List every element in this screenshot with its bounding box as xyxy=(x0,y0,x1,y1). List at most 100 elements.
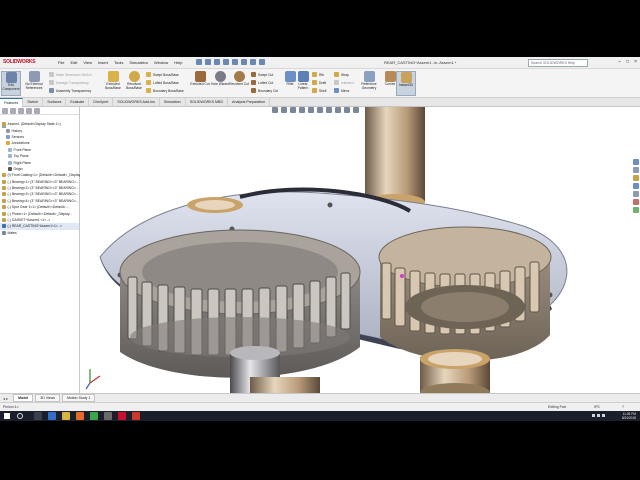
gearbox-model[interactable] xyxy=(80,107,640,393)
task-view-icon[interactable] xyxy=(34,412,42,420)
assembly-transparency-button[interactable]: Assembly Transparency xyxy=(49,88,91,93)
solidworks-taskbar-icon[interactable] xyxy=(118,412,126,420)
unit-system[interactable]: IPS xyxy=(594,405,600,409)
property-manager-icon[interactable] xyxy=(10,108,16,114)
start-button[interactable] xyxy=(4,413,10,419)
lower-bearing[interactable] xyxy=(420,349,490,393)
edge-icon[interactable] xyxy=(48,412,56,420)
menu-view[interactable]: View xyxy=(83,60,92,65)
display-style-icon[interactable] xyxy=(317,107,323,113)
minimize-button[interactable]: – xyxy=(618,59,621,65)
maximize-button[interactable]: □ xyxy=(626,59,629,65)
view-settings-icon[interactable] xyxy=(353,107,359,113)
lofted-cut-button[interactable]: Lofted Cut xyxy=(251,80,273,85)
undo-icon[interactable] xyxy=(232,59,238,65)
no-external-references-button[interactable]: No External References xyxy=(24,71,44,96)
wrap-button[interactable]: Wrap xyxy=(334,72,349,77)
edit-appearance-icon[interactable] xyxy=(335,107,341,113)
extruded-cut-button[interactable]: Extruded Cut xyxy=(190,71,210,96)
extruded-boss-button[interactable]: Extruded Boss/Base xyxy=(103,71,123,96)
make-dimension-sketch-button[interactable]: Make Dimension Sketch xyxy=(49,72,92,77)
chrome-icon[interactable] xyxy=(90,412,98,420)
rib-button[interactable]: Rib xyxy=(312,72,324,77)
search-icon[interactable] xyxy=(17,413,23,419)
manage-transparency-button[interactable]: Manage Transparency xyxy=(49,80,89,85)
tab-surfaces[interactable]: Surfaces xyxy=(43,98,67,107)
home-icon[interactable] xyxy=(632,159,639,165)
left-bearing[interactable] xyxy=(187,197,243,213)
tab-model[interactable]: Model xyxy=(13,394,34,402)
apply-scene-icon[interactable] xyxy=(344,107,350,113)
tab-addins[interactable]: SOLIDWORKS Add-Ins xyxy=(113,98,160,107)
hole-wizard-button[interactable]: Hole Wizard xyxy=(210,71,230,96)
shell-button[interactable]: Shell xyxy=(312,88,326,93)
tab-3d-views[interactable]: 3D Views xyxy=(35,394,60,402)
tab-analysis-preparation[interactable]: Analysis Preparation xyxy=(228,98,271,107)
options-icon[interactable] xyxy=(259,59,265,65)
boundary-boss-button[interactable]: Boundary Boss/Base xyxy=(146,88,184,93)
tab-mbd[interactable]: SOLIDWORKS MBD xyxy=(186,98,229,107)
swept-boss-button[interactable]: Swept Boss/Base xyxy=(146,72,179,77)
volume-icon[interactable] xyxy=(597,414,600,417)
close-button[interactable]: × xyxy=(634,59,637,65)
zoom-to-fit-icon[interactable] xyxy=(272,107,278,113)
tab-simulation[interactable]: Simulation xyxy=(160,98,186,107)
view-palette-icon[interactable] xyxy=(632,191,639,197)
mirror-button[interactable]: Mirror xyxy=(334,88,350,93)
linear-pattern-button[interactable]: Linear Pattern xyxy=(293,71,313,96)
view-orientation-icon[interactable] xyxy=(308,107,314,113)
edit-component-button[interactable]: Edit Component xyxy=(1,71,21,96)
pinion-gear[interactable] xyxy=(378,226,552,361)
new-icon[interactable] xyxy=(196,59,202,65)
swept-cut-button[interactable]: Swept Cut xyxy=(251,72,273,77)
file-explorer-icon[interactable] xyxy=(632,183,639,189)
rebuild-icon[interactable] xyxy=(250,59,256,65)
calculator-icon[interactable] xyxy=(104,412,112,420)
appearances-icon[interactable] xyxy=(632,199,639,205)
previous-view-icon[interactable] xyxy=(290,107,296,113)
menu-edit[interactable]: Edit xyxy=(70,60,77,65)
revolved-cut-button[interactable]: Revolved Cut xyxy=(229,71,249,96)
feature-manager-icon[interactable] xyxy=(2,108,8,114)
draft-button[interactable]: Draft xyxy=(312,80,326,85)
graphics-area[interactable] xyxy=(80,107,640,393)
resources-icon[interactable] xyxy=(632,167,639,173)
tab-dimxpert[interactable]: DimXpert xyxy=(89,98,114,107)
menu-simulation[interactable]: Simulation xyxy=(129,60,148,65)
tab-motion-study[interactable]: Motion Study 1 xyxy=(62,394,96,402)
configuration-manager-icon[interactable] xyxy=(18,108,24,114)
menu-insert[interactable]: Insert xyxy=(98,60,108,65)
help-search-input[interactable]: Search SOLIDWORKS Help xyxy=(528,59,588,67)
firefox-icon[interactable] xyxy=(76,412,84,420)
dimxpert-manager-icon[interactable] xyxy=(26,108,32,114)
battery-icon[interactable] xyxy=(602,414,605,417)
print-icon[interactable] xyxy=(223,59,229,65)
save-icon[interactable] xyxy=(214,59,220,65)
tab-sketch[interactable]: Sketch xyxy=(23,98,44,107)
network-icon[interactable] xyxy=(592,414,595,417)
tab-evaluate[interactable]: Evaluate xyxy=(66,98,90,107)
menu-help[interactable]: Help xyxy=(174,60,182,65)
help-icon[interactable]: ? xyxy=(622,405,624,409)
tab-features[interactable]: Features xyxy=(0,98,24,107)
open-icon[interactable] xyxy=(205,59,211,65)
instant3d-button[interactable]: Instant3D xyxy=(396,71,416,96)
clock[interactable]: 11:28 PM 8/24/2018 xyxy=(622,412,636,420)
boundary-cut-button[interactable]: Boundary Cut xyxy=(251,88,278,93)
lofted-boss-button[interactable]: Lofted Boss/Base xyxy=(146,80,179,85)
section-view-icon[interactable] xyxy=(299,107,305,113)
menu-tools[interactable]: Tools xyxy=(114,60,123,65)
menu-file[interactable]: File xyxy=(58,60,64,65)
tree-item-mates[interactable]: Mates xyxy=(0,230,79,236)
upper-bearing[interactable] xyxy=(365,107,425,210)
recorder-icon[interactable] xyxy=(132,412,140,420)
custom-properties-icon[interactable] xyxy=(632,207,639,213)
bottom-left-bearing[interactable] xyxy=(250,377,320,393)
revolved-boss-button[interactable]: Revolved Boss/Base xyxy=(124,71,144,96)
intersect-button[interactable]: Intersect xyxy=(334,80,354,85)
tab-scroll-arrows[interactable]: ◂ ▸ xyxy=(3,396,8,401)
zoom-area-icon[interactable] xyxy=(281,107,287,113)
file-explorer-icon[interactable] xyxy=(62,412,70,420)
display-manager-icon[interactable] xyxy=(34,108,40,114)
reference-geometry-button[interactable]: Reference Geometry xyxy=(358,71,380,96)
